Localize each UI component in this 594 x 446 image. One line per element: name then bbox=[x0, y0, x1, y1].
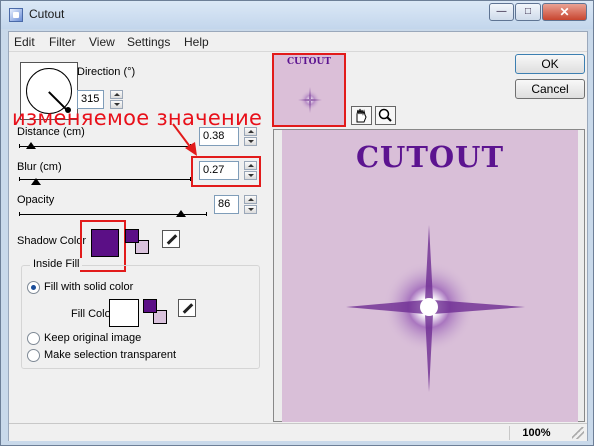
keep-original-radio[interactable] bbox=[27, 332, 40, 345]
spin-down-icon[interactable] bbox=[244, 205, 257, 214]
inside-fill-group: Inside Fill Fill with solid color Fill C… bbox=[21, 258, 260, 369]
fill-color-label: Fill Color bbox=[71, 308, 115, 320]
blur-slider-thumb[interactable] bbox=[31, 178, 41, 185]
menu-view[interactable]: View bbox=[89, 35, 115, 49]
dialog-window: Cutout — □ ✕ Edit Filter View Settings H… bbox=[0, 0, 594, 446]
menu-help[interactable]: Help bbox=[184, 35, 209, 49]
preview-panel[interactable]: CUTOUT bbox=[273, 129, 585, 422]
slider-tick bbox=[206, 212, 207, 216]
status-bar: 100% bbox=[9, 423, 587, 441]
dialog-client-area: Edit Filter View Settings Help Direction… bbox=[8, 31, 588, 441]
menu-edit[interactable]: Edit bbox=[14, 35, 35, 49]
close-button[interactable]: ✕ bbox=[542, 3, 587, 21]
annotation-highlight-box bbox=[272, 53, 346, 127]
spin-up-icon[interactable] bbox=[110, 90, 123, 99]
make-transparent-radio[interactable] bbox=[27, 349, 40, 362]
zoom-icon[interactable] bbox=[375, 106, 396, 125]
shadow-color-primary-swatch[interactable] bbox=[125, 229, 139, 243]
hand-icon[interactable] bbox=[351, 106, 372, 125]
shadow-color-swatch[interactable] bbox=[91, 229, 119, 257]
menu-settings[interactable]: Settings bbox=[127, 35, 170, 49]
cancel-button[interactable]: Cancel bbox=[515, 79, 585, 99]
slider-tick bbox=[19, 212, 20, 216]
spin-up-icon[interactable] bbox=[244, 127, 257, 136]
preview-star-icon bbox=[346, 225, 525, 392]
app-icon bbox=[9, 8, 23, 22]
menu-bar: Edit Filter View Settings Help bbox=[9, 32, 587, 52]
preview-canvas[interactable]: CUTOUT bbox=[282, 130, 578, 422]
window-title: Cutout bbox=[29, 7, 65, 21]
fill-eyedropper-icon[interactable] bbox=[178, 299, 196, 317]
spin-up-icon[interactable] bbox=[244, 195, 257, 204]
distance-input[interactable]: 0.38 bbox=[199, 127, 239, 146]
distance-label: Distance (cm) bbox=[17, 126, 85, 138]
title-bar: Cutout — □ ✕ bbox=[1, 1, 593, 29]
shadow-eyedropper-icon[interactable] bbox=[162, 230, 180, 248]
direction-label: Direction (°) bbox=[77, 66, 136, 78]
spin-down-icon[interactable] bbox=[244, 137, 257, 146]
blur-slider-track[interactable] bbox=[19, 177, 191, 181]
maximize-button[interactable]: □ bbox=[515, 3, 541, 21]
slider-tick bbox=[19, 144, 20, 148]
slider-tick bbox=[19, 177, 20, 181]
fill-color-primary-swatch[interactable] bbox=[143, 299, 157, 313]
opacity-slider-thumb[interactable] bbox=[176, 210, 186, 217]
minimize-button[interactable]: — bbox=[489, 3, 514, 21]
menu-filter[interactable]: Filter bbox=[49, 35, 76, 49]
make-transparent-label[interactable]: Make selection transparent bbox=[44, 349, 176, 361]
annotation-arrow-icon bbox=[172, 123, 197, 156]
distance-spinner[interactable] bbox=[244, 127, 257, 146]
shadow-color-label: Shadow Color bbox=[17, 235, 87, 247]
fill-solid-radio[interactable] bbox=[27, 281, 40, 294]
distance-slider-thumb[interactable] bbox=[26, 142, 36, 149]
inside-fill-title: Inside Fill bbox=[30, 258, 83, 270]
opacity-input[interactable]: 86 bbox=[214, 195, 239, 214]
fill-solid-label[interactable]: Fill with solid color bbox=[44, 281, 133, 293]
opacity-label: Opacity bbox=[17, 194, 55, 206]
distance-slider-track[interactable] bbox=[19, 144, 191, 148]
resize-grip-icon[interactable] bbox=[572, 427, 584, 439]
fill-color-swatch[interactable] bbox=[109, 299, 139, 327]
opacity-spinner[interactable] bbox=[244, 195, 257, 214]
zoom-level: 100% bbox=[509, 426, 563, 440]
ok-button[interactable]: OK bbox=[515, 54, 585, 74]
keep-original-label[interactable]: Keep original image bbox=[44, 332, 141, 344]
annotation-highlight-box bbox=[191, 156, 261, 187]
blur-label: Blur (cm) bbox=[17, 161, 62, 173]
